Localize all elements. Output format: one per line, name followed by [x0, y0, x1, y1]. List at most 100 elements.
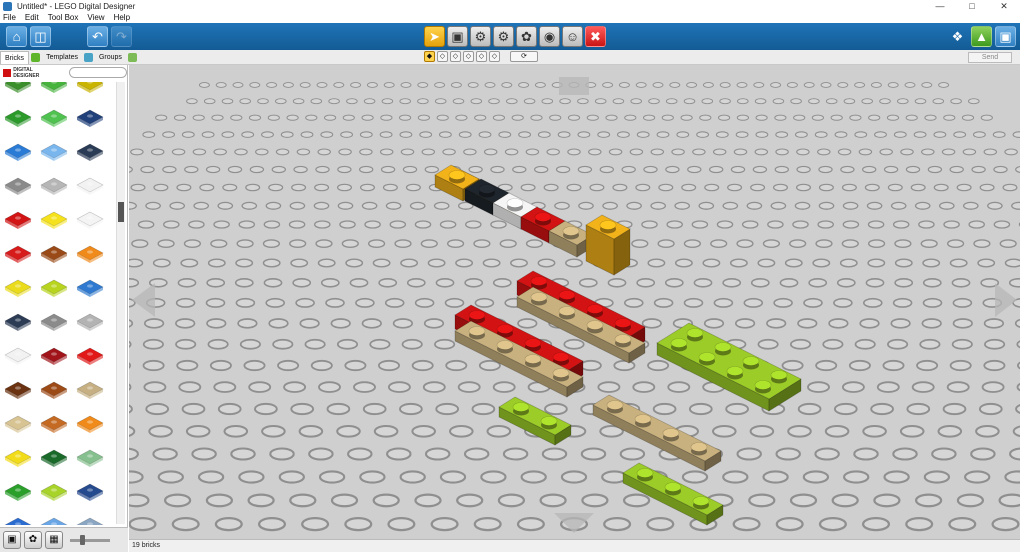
- paint-bucket-icon[interactable]: ◉: [539, 26, 560, 47]
- flex-icon[interactable]: ✿: [516, 26, 537, 47]
- palette-brick[interactable]: [4, 142, 32, 162]
- single-select-icon[interactable]: ◆: [424, 51, 435, 62]
- palette-brick[interactable]: [4, 380, 32, 400]
- palette-brick[interactable]: [4, 244, 32, 264]
- palette-brick[interactable]: [76, 516, 104, 525]
- scene-canvas[interactable]: [129, 65, 1020, 539]
- slider-knob[interactable]: [80, 534, 85, 545]
- baseplate-stud: [607, 278, 627, 288]
- scrollbar-thumb[interactable]: [118, 202, 124, 222]
- rotate-right-arrow-icon[interactable]: [995, 283, 1017, 317]
- palette-brick[interactable]: [76, 380, 104, 400]
- palette-brick[interactable]: [4, 108, 32, 128]
- menu-edit[interactable]: Edit: [25, 13, 39, 22]
- palette-brick[interactable]: [4, 448, 32, 468]
- baseplate-stud: [379, 148, 394, 156]
- palette-brick[interactable]: [4, 278, 32, 298]
- hide-icon[interactable]: ☺: [562, 26, 583, 47]
- maximize-icon[interactable]: □: [956, 0, 988, 12]
- reset-camera-icon[interactable]: ⟳: [510, 51, 538, 62]
- shape-select-icon[interactable]: ◇: [476, 51, 487, 62]
- palette-brick[interactable]: [40, 142, 68, 162]
- palette-brick[interactable]: [40, 414, 68, 434]
- palette-brick[interactable]: [76, 244, 104, 264]
- palette-brick[interactable]: [40, 482, 68, 502]
- palette-brick[interactable]: [4, 210, 32, 230]
- tab-bricks[interactable]: Bricks: [0, 51, 30, 64]
- baseplate-stud: [886, 114, 900, 121]
- baseplate-stud: [870, 82, 882, 88]
- brick-search-input[interactable]: [69, 67, 127, 78]
- palette-brick[interactable]: [4, 312, 32, 332]
- palette-brick[interactable]: [76, 448, 104, 468]
- menu-view[interactable]: View: [87, 13, 104, 22]
- palette-brick[interactable]: [76, 312, 104, 332]
- palette-brick[interactable]: [76, 108, 104, 128]
- palette-brick[interactable]: [76, 414, 104, 434]
- palette-brick[interactable]: [76, 482, 104, 502]
- clone-icon[interactable]: ▣: [447, 26, 468, 47]
- menu-help[interactable]: Help: [114, 13, 130, 22]
- redo-icon[interactable]: ↷: [111, 26, 132, 47]
- undo-icon[interactable]: ↶: [87, 26, 108, 47]
- 3d-viewport[interactable]: [129, 65, 1020, 539]
- baseplate-stud: [980, 114, 993, 121]
- zoom-slider[interactable]: [70, 534, 110, 545]
- connected-select-icon[interactable]: ◇: [450, 51, 461, 62]
- select-arrow-icon[interactable]: ➤: [424, 26, 445, 47]
- tab-groups[interactable]: Groups: [95, 51, 126, 64]
- color-select-icon[interactable]: ◇: [463, 51, 474, 62]
- tab-templates[interactable]: Templates: [42, 51, 82, 64]
- palette-brick[interactable]: [4, 346, 32, 366]
- palette-brick[interactable]: [40, 516, 68, 525]
- rotate-down-arrow-icon[interactable]: [554, 513, 594, 533]
- palette-brick[interactable]: [40, 346, 68, 366]
- view-mode-icon[interactable]: ▲: [971, 26, 992, 47]
- send-button[interactable]: Send: [968, 52, 1012, 63]
- close-icon[interactable]: ✕: [988, 0, 1020, 12]
- palette-brick[interactable]: [76, 82, 104, 94]
- palette-brick[interactable]: [40, 244, 68, 264]
- menu-file[interactable]: File: [3, 13, 16, 22]
- palette-brick[interactable]: [76, 346, 104, 366]
- minimize-icon[interactable]: —: [924, 0, 956, 12]
- palette-brick[interactable]: [76, 142, 104, 162]
- invert-select-icon[interactable]: ◇: [489, 51, 500, 62]
- rotate-left-arrow-icon[interactable]: [132, 283, 155, 317]
- palette-brick[interactable]: [4, 176, 32, 196]
- brick-lime-2x4[interactable]: [656, 322, 802, 412]
- palette-brick[interactable]: [4, 516, 32, 525]
- delete-icon[interactable]: ✖: [585, 26, 606, 47]
- baseplate-stud: [447, 239, 465, 249]
- palette-brick[interactable]: [4, 482, 32, 502]
- palette-brick[interactable]: [4, 82, 32, 94]
- palette-brick[interactable]: [40, 210, 68, 230]
- palette-brick[interactable]: [40, 380, 68, 400]
- building-guide-icon[interactable]: ▣: [995, 26, 1016, 47]
- baseplate-stud: [933, 131, 947, 138]
- brick-palette-icon[interactable]: ▣: [3, 531, 21, 549]
- paint-palette-icon[interactable]: ✿: [24, 531, 42, 549]
- home-icon[interactable]: ⌂: [6, 26, 27, 47]
- baseplate-stud: [262, 239, 281, 249]
- palette-brick[interactable]: [76, 176, 104, 196]
- rotate-up-arrow-icon[interactable]: [559, 77, 589, 95]
- palette-brick[interactable]: [40, 448, 68, 468]
- hinge-icon[interactable]: ⚙: [470, 26, 491, 47]
- palette-brick[interactable]: [40, 278, 68, 298]
- decoration-icon[interactable]: ▦: [45, 531, 63, 549]
- save-icon[interactable]: ◫: [30, 26, 51, 47]
- hinge-align-icon[interactable]: ⚙: [493, 26, 514, 47]
- baseplate-stud: [442, 148, 456, 156]
- palette-brick[interactable]: [76, 210, 104, 230]
- palette-brick[interactable]: [40, 108, 68, 128]
- build-mode-icon[interactable]: ❖: [947, 26, 968, 47]
- palette-brick[interactable]: [76, 278, 104, 298]
- palette-brick[interactable]: [4, 414, 32, 434]
- palette-brick[interactable]: [40, 176, 68, 196]
- multi-select-icon[interactable]: ◇: [437, 51, 448, 62]
- palette-brick[interactable]: [40, 312, 68, 332]
- menu-toolbox[interactable]: Tool Box: [48, 13, 79, 22]
- palette-scrollbar[interactable]: [116, 82, 125, 524]
- palette-brick[interactable]: [40, 82, 68, 94]
